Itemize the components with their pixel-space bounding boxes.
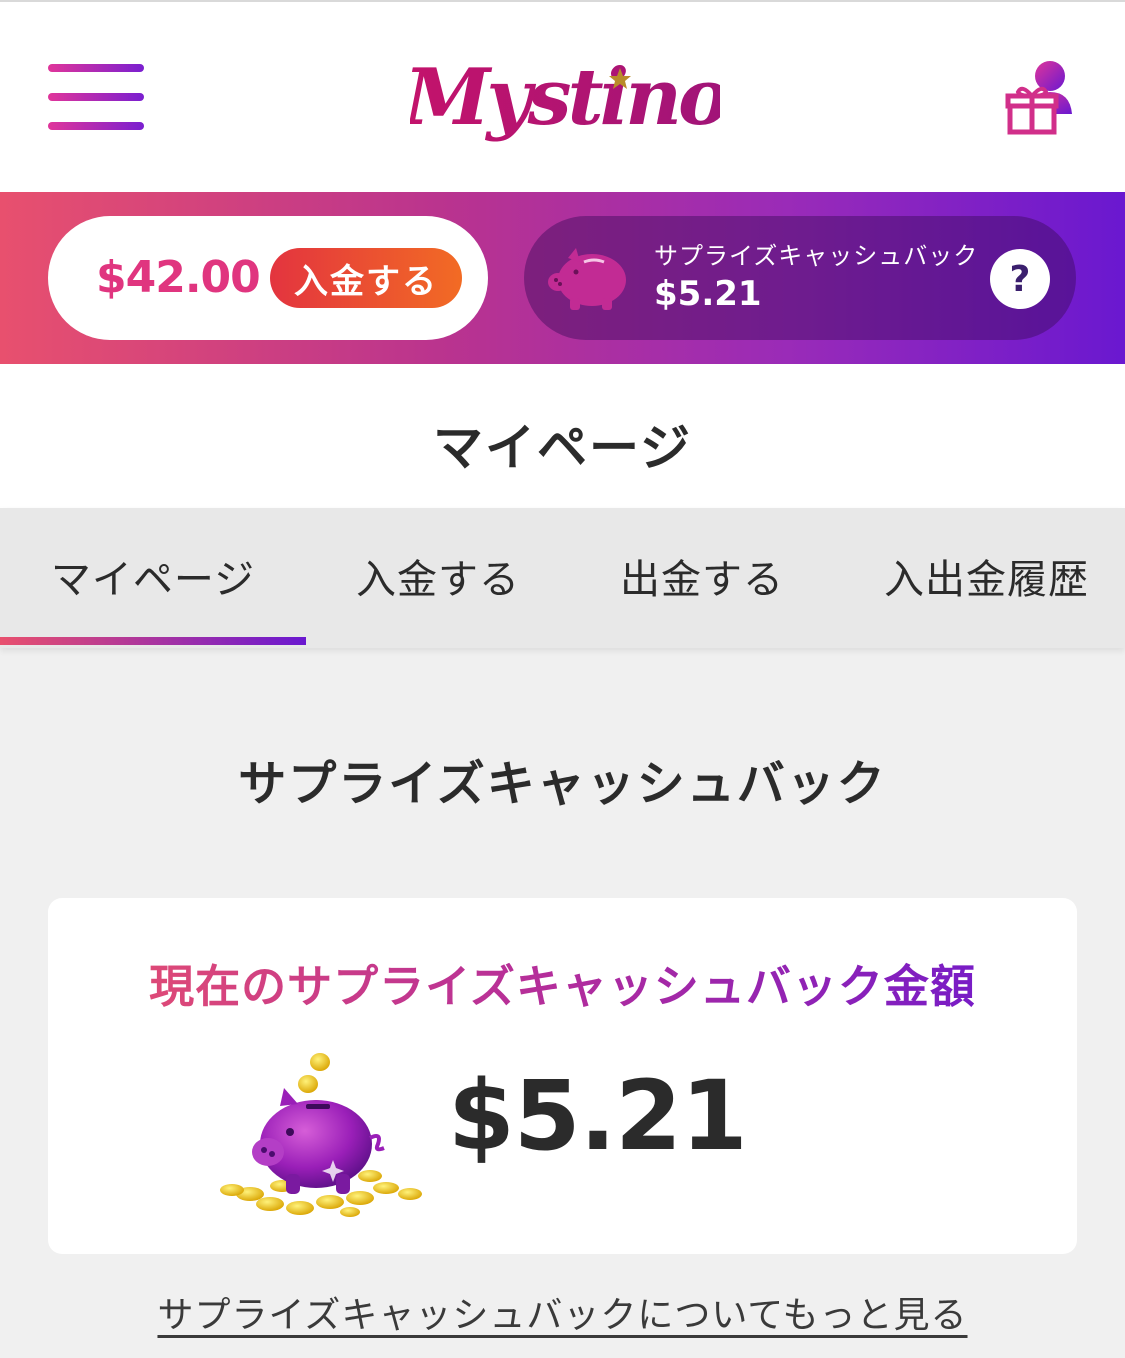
section-title: サプライズキャッシュバック [238,756,887,812]
mystino-logo[interactable]: Mystino [410,42,720,152]
app-header: Mystino [0,0,1125,192]
hamburger-menu-icon[interactable] [48,64,144,130]
cashback-amount: $5.21 [448,1060,748,1172]
tab-deposit[interactable]: 入金する [306,508,570,644]
cashback-card: 現在のサプライズキャッシュバック金額 $5.21 [48,898,1077,1254]
balance-pill: $42.00 入金する [48,216,488,340]
tab-mypage[interactable]: マイページ [0,508,306,644]
card-title: 現在のサプライズキャッシュバック金額 [48,950,1077,1015]
help-question-icon[interactable]: ? [990,249,1050,309]
cashback-pill[interactable]: サプライズキャッシュバック $5.21 ? [524,216,1076,340]
page-title-area: マイページ [0,364,1125,508]
page-title: マイページ [433,419,692,477]
piggy-bank-icon [548,248,626,310]
active-tab-indicator [0,637,306,645]
tab-withdraw[interactable]: 出金する [570,508,834,644]
balance-amount: $42.00 [96,252,261,303]
learn-more-link[interactable]: サプライズキャッシュバックについてもっと見る [0,1286,1125,1338]
cashback-value: $5.21 [654,274,762,314]
cashback-label: サプライズキャッシュバック [654,242,979,270]
piggy-bank-coins-icon [220,1053,422,1217]
user-gift-icon[interactable] [1000,58,1080,138]
deposit-button[interactable]: 入金する [270,248,462,308]
balance-bar: $42.00 入金する サプライズキャッシュバック $5.21 ? [0,192,1125,364]
tab-transaction-history[interactable]: 入出金履歴 [834,508,1125,644]
svg-text:Mystino: Mystino [410,52,720,143]
tab-bar: マイページ 入金する 出金する 入出金履歴 [0,508,1125,648]
